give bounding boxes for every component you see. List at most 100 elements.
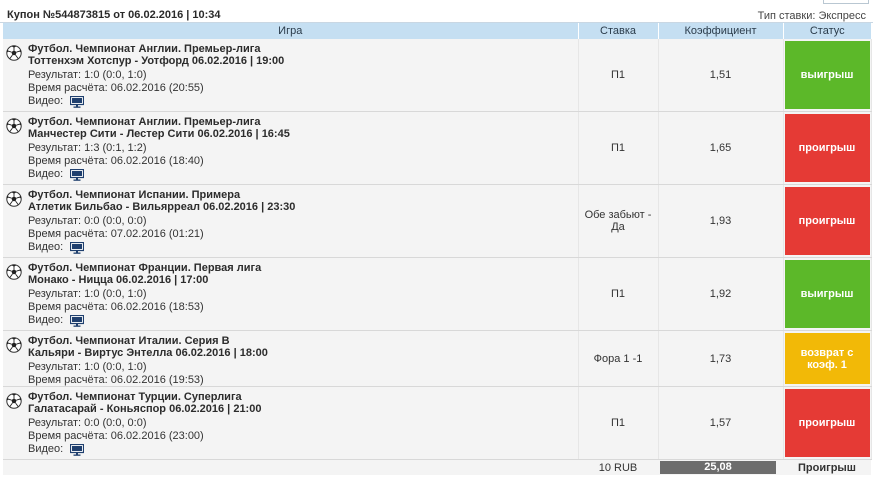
calc-time: Время расчёта: 06.02.2016 (18:53) xyxy=(28,301,204,313)
coef-cell: 1,57 xyxy=(658,386,784,460)
match-result: Результат: 1:0 (0:0, 1:0) xyxy=(28,288,147,300)
stake-cell: П1 xyxy=(578,257,659,331)
match-info: Результат: 1:0 (0:0, 1:0) Время расчёта:… xyxy=(28,69,578,108)
status-badge: выигрыш xyxy=(784,41,870,109)
match-name: Кальяри - Виртус Энтелла 06.02.2016 | 18… xyxy=(28,347,268,359)
soccer-ball-icon xyxy=(6,264,22,280)
match-result: Результат: 1:3 (0:1, 1:2) xyxy=(28,142,147,154)
bet-row: Футбол. Чемпионат Испании. Примера Атлет… xyxy=(3,184,872,258)
video-label: Видео: xyxy=(28,95,64,107)
stake-cell: Обе забьют - Да xyxy=(578,184,659,258)
stake-cell: П1 xyxy=(578,386,659,460)
video-line: Видео: xyxy=(28,168,578,181)
match-info: Результат: 0:0 (0:0, 0:0) Время расчёта:… xyxy=(28,417,578,456)
match-result: Результат: 0:0 (0:0, 0:0) xyxy=(28,215,147,227)
status-cell: проигрыш xyxy=(783,386,872,460)
calc-time: Время расчёта: 07.02.2016 (01:21) xyxy=(28,228,204,240)
monitor-icon[interactable] xyxy=(70,241,85,254)
match-info: Результат: 1:0 (0:0, 1:0) Время расчёта:… xyxy=(28,288,578,327)
soccer-ball-icon xyxy=(6,191,22,207)
column-header-coef: Коэффициент xyxy=(657,23,783,39)
video-label: Видео: xyxy=(28,443,64,455)
bet-row: Футбол. Чемпионат Италии. Серия B Кальяр… xyxy=(3,330,872,387)
coef-cell: 1,93 xyxy=(658,184,784,258)
game-cell: Футбол. Чемпионат Англии. Премьер-лига Т… xyxy=(3,39,579,112)
league-name: Футбол. Чемпионат Англии. Премьер-лига xyxy=(28,43,261,55)
match-result: Результат: 1:0 (0:0, 1:0) xyxy=(28,361,147,373)
game-cell: Футбол. Чемпионат Англии. Премьер-лига М… xyxy=(3,111,579,185)
game-cell: Футбол. Чемпионат Франции. Первая лига М… xyxy=(3,257,579,331)
stake-cell: П1 xyxy=(578,111,659,185)
monitor-icon[interactable] xyxy=(70,168,85,181)
calc-time: Время расчёта: 06.02.2016 (18:40) xyxy=(28,155,204,167)
calc-time: Время расчёта: 06.02.2016 (20:55) xyxy=(28,82,204,94)
status-cell: проигрыш xyxy=(783,184,872,258)
column-header-game: Игра xyxy=(3,23,578,39)
video-label: Видео: xyxy=(28,168,64,180)
soccer-ball-icon xyxy=(6,45,22,61)
league-name: Футбол. Чемпионат Турции. Суперлига xyxy=(28,391,242,403)
status-cell: выигрыш xyxy=(783,39,872,112)
monitor-icon[interactable] xyxy=(70,314,85,327)
total-coefficient: 25,08 xyxy=(660,461,776,474)
soccer-ball-icon xyxy=(6,393,22,409)
status-badge: проигрыш xyxy=(784,114,870,182)
column-header-stake: Ставка xyxy=(577,23,658,39)
calc-time: Время расчёта: 06.02.2016 (19:53) xyxy=(28,374,204,386)
league-name: Футбол. Чемпионат Англии. Премьер-лига xyxy=(28,116,261,128)
coef-cell: 1,51 xyxy=(658,39,784,112)
coef-cell: 1,73 xyxy=(658,330,784,387)
video-label: Видео: xyxy=(28,314,64,326)
summary-row: 10 RUB 25,08 Проигрыш xyxy=(3,459,871,475)
status-cell: возврат с коэф. 1 xyxy=(783,330,872,387)
coef-cell: 1,65 xyxy=(658,111,784,185)
soccer-ball-icon xyxy=(6,118,22,134)
video-label: Видео: xyxy=(28,241,64,253)
stake-cell: П1 xyxy=(578,39,659,112)
match-result: Результат: 0:0 (0:0, 0:0) xyxy=(28,417,147,429)
status-badge: проигрыш xyxy=(784,187,870,255)
league-name: Футбол. Чемпионат Испании. Примера xyxy=(28,189,241,201)
monitor-icon[interactable] xyxy=(70,443,85,456)
match-name: Атлетик Бильбао - Вильярреал 06.02.2016 … xyxy=(28,201,296,213)
status-cell: проигрыш xyxy=(783,111,872,185)
status-cell: выигрыш xyxy=(783,257,872,331)
match-info: Результат: 0:0 (0:0, 0:0) Время расчёта:… xyxy=(28,215,578,254)
match-name: Монако - Ницца 06.02.2016 | 17:00 xyxy=(28,274,209,286)
game-cell: Футбол. Чемпионат Турции. Суперлига Гала… xyxy=(3,386,579,460)
coupon-title: Купон №544873815 от 06.02.2016 | 10:34 xyxy=(7,9,221,21)
match-result: Результат: 1:0 (0:0, 1:0) xyxy=(28,69,147,81)
stake-amount: 10 RUB xyxy=(578,459,658,475)
league-name: Футбол. Чемпионат Италии. Серия B xyxy=(28,335,230,347)
status-badge: проигрыш xyxy=(784,389,870,457)
match-name: Галатасарай - Коньяспор 06.02.2016 | 21:… xyxy=(28,403,262,415)
league-name: Футбол. Чемпионат Франции. Первая лига xyxy=(28,262,262,274)
coupon-result: Проигрыш xyxy=(783,459,871,475)
close-button[interactable] xyxy=(823,0,869,4)
monitor-icon[interactable] xyxy=(70,95,85,108)
table-header-row: Игра Ставка Коэффициент Статус xyxy=(3,23,871,39)
game-cell: Футбол. Чемпионат Италии. Серия B Кальяр… xyxy=(3,330,579,387)
bet-type-label: Тип ставки: Экспресс xyxy=(757,10,866,22)
bet-row: Футбол. Чемпионат Англии. Премьер-лига М… xyxy=(3,111,872,185)
bet-row: Футбол. Чемпионат Турции. Суперлига Гала… xyxy=(3,386,872,460)
video-line: Видео: xyxy=(28,95,578,108)
video-line: Видео: xyxy=(28,241,578,254)
stake-cell: Фора 1 -1 xyxy=(578,330,659,387)
status-badge: возврат с коэф. 1 xyxy=(784,333,870,384)
column-header-status: Статус xyxy=(782,23,871,39)
bet-row: Футбол. Чемпионат Англии. Премьер-лига Т… xyxy=(3,39,872,112)
coupon-header: Купон №544873815 от 06.02.2016 | 10:34 Т… xyxy=(0,0,873,23)
bets-table: Игра Ставка Коэффициент Статус Футбол. Ч… xyxy=(3,23,872,475)
video-line: Видео: xyxy=(28,443,578,456)
game-cell: Футбол. Чемпионат Испании. Примера Атлет… xyxy=(3,184,579,258)
match-name: Тоттенхэм Хотспур - Уотфорд 06.02.2016 |… xyxy=(28,55,285,67)
soccer-ball-icon xyxy=(6,337,22,353)
match-name: Манчестер Сити - Лестер Сити 06.02.2016 … xyxy=(28,128,290,140)
status-badge: выигрыш xyxy=(784,260,870,328)
video-line: Видео: xyxy=(28,314,578,327)
bet-row: Футбол. Чемпионат Франции. Первая лига М… xyxy=(3,257,872,331)
match-info: Результат: 1:0 (0:0, 1:0) Время расчёта:… xyxy=(28,361,578,387)
match-info: Результат: 1:3 (0:1, 1:2) Время расчёта:… xyxy=(28,142,578,181)
calc-time: Время расчёта: 06.02.2016 (23:00) xyxy=(28,430,204,442)
